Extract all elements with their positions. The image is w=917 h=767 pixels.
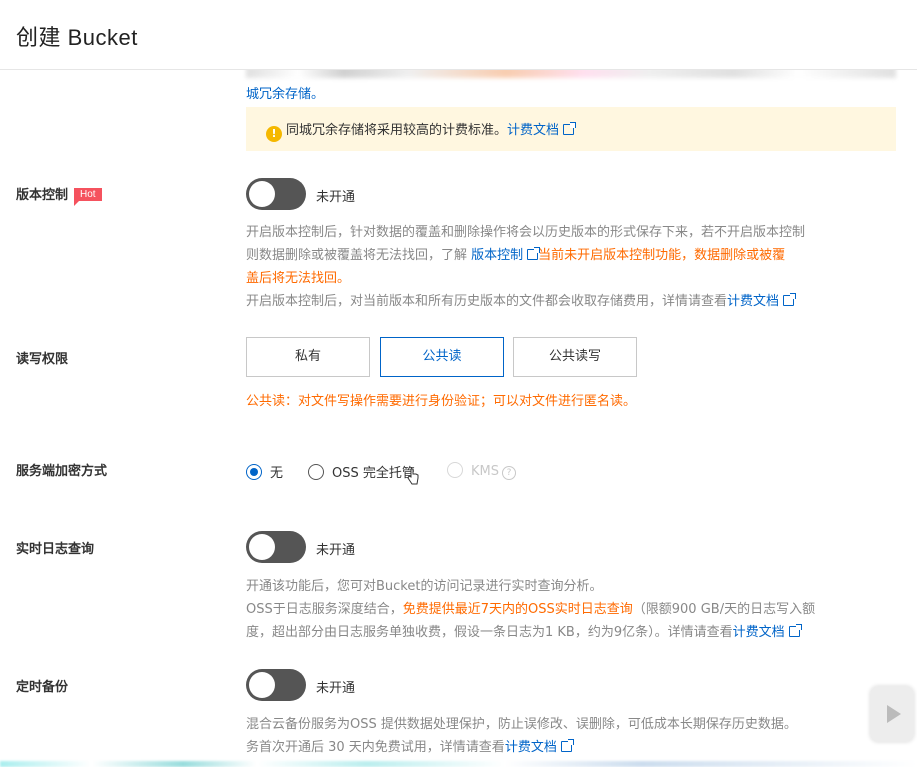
notice-billing-link[interactable]: 计费文档 [507,123,559,138]
acl-label: 读写权限 [16,352,69,367]
acl-option-private[interactable]: 私有 [246,337,370,377]
switch-knob [249,672,275,698]
radio-dot [246,464,262,480]
notice-text: 同城冗余存储将采用较高的计费标准。 [286,123,508,138]
radio-label: OSS 完全托管 [332,466,415,481]
desc-text: 开启版本控制后，对当前版本和所有历史版本的文件都会收取存储费用，详情请查看 [246,294,728,309]
realtime-log-desc-line3: 度，超出部分由日志服务单独收费，假设一条日志为1 KB，约为9亿条）。详情请查看… [246,621,896,644]
backup-switch[interactable] [246,669,306,701]
radio-dot [308,464,324,480]
switch-knob [249,534,275,560]
desc-text: 则数据删除或被覆盖将无法找回，了解 [246,248,472,263]
versioning-switch[interactable] [246,178,306,210]
dialog-header: 创建 Bucket [0,0,917,70]
backup-desc-line1: 混合云备份服务为OSS 提供数据处理保护，防止误修改、误删除，可低成本长期保存历… [246,717,797,732]
realtime-log-billing-link[interactable]: 计费文档 [733,625,785,640]
versioning-switch-state: 未开通 [316,190,356,205]
realtime-log-description: 开通该功能后，您可对Bucket的访问记录进行实时查询分析。 OSS于日志服务深… [246,575,896,644]
external-link-icon [788,624,802,637]
acl-warning: 公共读：对文件写操作需要进行身份验证；可以对文件进行匿名读。 [246,394,637,409]
realtime-log-highlight: 免费提供最近7天内的OSS实时日志查询 [402,602,633,617]
versioning-doc-link[interactable]: 版本控制 [471,248,523,263]
hot-badge: Hot [74,188,102,206]
desc-text: OSS于日志服务深度结合， [246,602,403,617]
hand-cursor-icon [407,468,419,485]
versioning-label-text: 版本控制 [16,188,69,203]
encryption-option-kms: KMS? [447,462,516,480]
versioning-desc-line2: 则数据删除或被覆盖将无法找回，了解 版本控制 当前未开启版本控制功能，数据删除或被… [246,244,896,267]
encryption-option-none[interactable]: 无 [246,462,283,481]
radio-label: 无 [270,466,284,481]
versioning-billing-link[interactable]: 计费文档 [727,294,779,309]
radio-label: KMS [471,464,499,479]
realtime-log-label: 实时日志查询 [16,542,95,557]
acl-option-public-read-write[interactable]: 公共读写 [513,337,637,377]
help-icon: ? [502,466,516,480]
form-content[interactable]: 城冗余存储。 ! 同城冗余存储将采用较高的计费标准。计费文档 版本控制 Hot 未开… [0,70,917,767]
dialog-title: 创建 Bucket [16,25,138,50]
warning-icon: ! [266,126,282,142]
desc-text: 务首次开通后 30 天内免费试用，详情请查看 [246,740,505,755]
realtime-log-switch-state: 未开通 [316,543,356,558]
external-link-icon [560,739,574,752]
versioning-desc-line4: 开启版本控制后，对当前版本和所有历史版本的文件都会收取存储费用，详情请查看计费文… [246,290,896,313]
backup-description: 混合云备份服务为OSS 提供数据处理保护，防止误修改、误删除，可低成本长期保存历… [246,713,896,759]
versioning-warning-cont: 盖后将无法找回。 [246,271,351,286]
versioning-label: 版本控制 Hot [16,184,102,206]
desc-text: 度，超出部分由日志服务单独收费，假设一条日志为1 KB，约为9亿条）。详情请查看 [246,625,733,640]
backup-desc-line2: 务首次开通后 30 天内免费试用，详情请查看计费文档 [246,736,896,759]
realtime-log-desc-line2: OSS于日志服务深度结合，免费提供最近7天内的OSS实时日志查询（限额900 G… [246,598,896,621]
external-link-icon [783,293,797,306]
bottom-blur-strip [0,761,917,767]
desc-text: （限额900 GB/天的日志写入额 [632,602,816,617]
redundancy-tail-text: 城冗余存储。 [246,87,325,102]
backup-label: 定时备份 [16,680,69,695]
realtime-log-switch[interactable] [246,531,306,563]
acl-option-public-read[interactable]: 公共读 [380,337,504,377]
backup-billing-link[interactable]: 计费文档 [505,740,557,755]
encryption-option-oss[interactable]: OSS 完全托管 [308,462,415,481]
encryption-label: 服务端加密方式 [16,464,108,479]
backup-switch-state: 未开通 [316,681,356,696]
switch-knob [249,181,275,207]
external-link-icon [563,122,577,135]
external-link-icon [527,247,541,260]
blurred-text-line [246,70,896,78]
realtime-log-desc-line1: 开通该功能后，您可对Bucket的访问记录进行实时查询分析。 [246,579,603,594]
radio-dot [447,462,463,478]
versioning-desc-line1: 开启版本控制后，针对数据的覆盖和删除操作将会以历史版本的形式保存下来，若不开启版… [246,225,806,240]
redundancy-notice: ! 同城冗余存储将采用较高的计费标准。计费文档 [246,107,896,151]
versioning-description: 开启版本控制后，针对数据的覆盖和删除操作将会以历史版本的形式保存下来，若不开启版… [246,221,896,313]
versioning-warning: 当前未开启版本控制功能，数据删除或被覆 [538,248,786,263]
video-play-icon[interactable] [870,686,914,742]
